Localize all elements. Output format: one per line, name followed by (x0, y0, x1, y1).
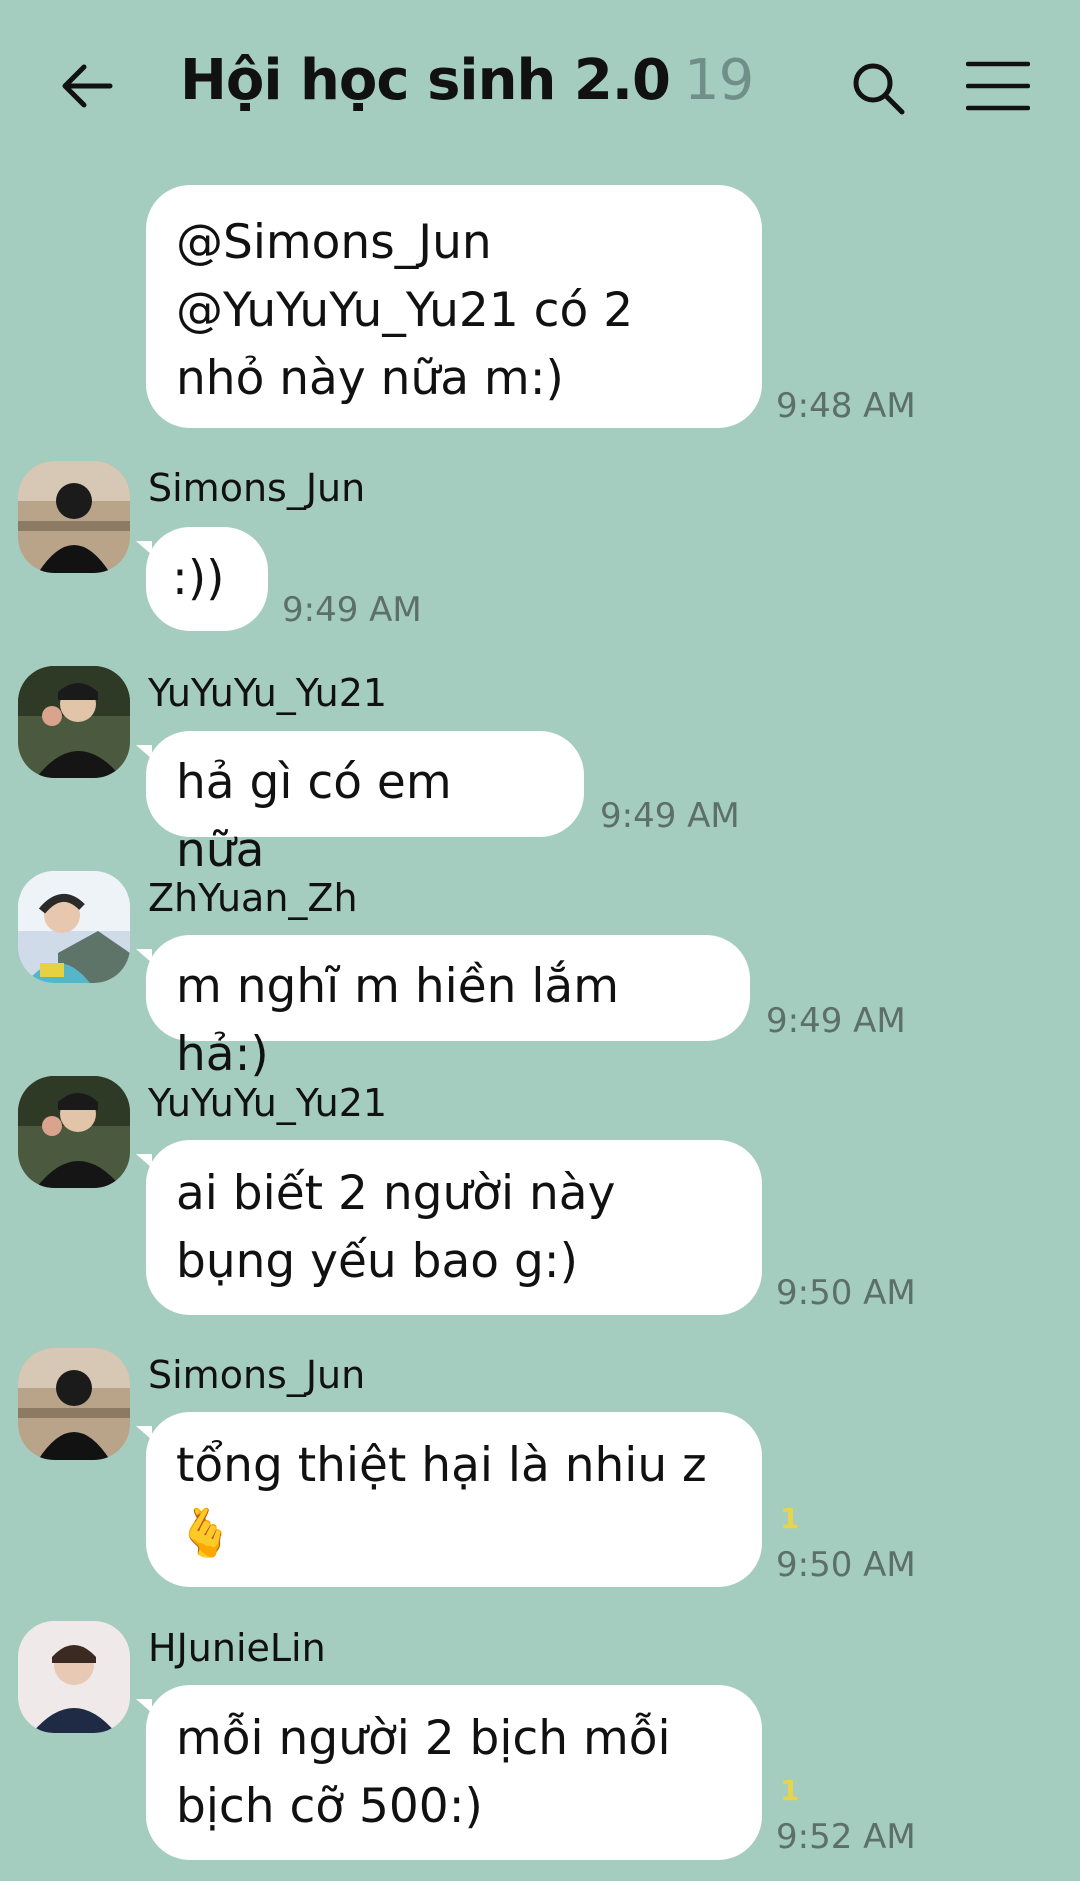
sender-name: HJunieLin (148, 1626, 326, 1670)
message-text: mỗi người 2 bịch mỗi bịch cỡ 500:) (176, 1711, 671, 1834)
message-time: 9:52 AM (776, 1817, 916, 1857)
message-text: :)) (172, 551, 225, 606)
message-time: 9:50 AM (776, 1545, 916, 1585)
back-arrow-icon[interactable] (58, 56, 118, 116)
sender-name: YuYuYu_Yu21 (148, 1081, 388, 1125)
message-text: m nghĩ m hiền lắm hả:) (176, 959, 619, 1082)
message-time: 9:49 AM (766, 1001, 906, 1041)
chat-title-text: Hội học sinh 2.0 (180, 48, 671, 113)
sender-name: ZhYuan_Zh (148, 876, 358, 920)
unread-count: 1 (780, 1502, 800, 1535)
avatar[interactable] (18, 461, 130, 573)
avatar[interactable] (18, 871, 130, 983)
hamburger-menu-icon[interactable] (966, 60, 1030, 112)
message-time: 9:49 AM (282, 590, 422, 630)
message-bubble[interactable]: @Simons_Jun @YuYuYu_Yu21 có 2 nhỏ này nữ… (146, 185, 762, 428)
avatar[interactable] (18, 1076, 130, 1188)
message-bubble[interactable]: mỗi người 2 bịch mỗi bịch cỡ 500:) (136, 1685, 762, 1860)
sender-name: Simons_Jun (148, 466, 366, 510)
chat-title[interactable]: Hội học sinh 2.0 19 (180, 48, 754, 113)
message-bubble[interactable]: tổng thiệt hại là nhiu z 🫰 (136, 1412, 762, 1587)
message-bubble[interactable]: ai biết 2 người này bụng yếu bao g:) (136, 1140, 762, 1315)
avatar[interactable] (18, 666, 130, 778)
unread-count: 1 (780, 1774, 800, 1807)
message-time: 9:49 AM (600, 796, 740, 836)
message-bubble[interactable]: :)) (136, 527, 268, 631)
message-text: @Simons_Jun @YuYuYu_Yu21 có 2 nhỏ này nữ… (176, 215, 634, 406)
member-count: 19 (684, 48, 754, 113)
finger-heart-emoji: 🫰 (176, 1506, 235, 1561)
avatar[interactable] (18, 1621, 130, 1733)
message-time: 9:50 AM (776, 1273, 916, 1313)
chat-header: Hội học sinh 2.0 19 (0, 0, 1080, 180)
message-time: 9:48 AM (776, 386, 916, 426)
message-text: ai biết 2 người này bụng yếu bao g:) (176, 1166, 616, 1289)
message-text: tổng thiệt hại là nhiu z (176, 1438, 707, 1493)
sender-name: YuYuYu_Yu21 (148, 671, 388, 715)
sender-name: Simons_Jun (148, 1353, 366, 1397)
message-text: hả gì có em nữa (176, 755, 452, 878)
message-bubble[interactable]: m nghĩ m hiền lắm hả:) (136, 935, 750, 1082)
message-bubble[interactable]: hả gì có em nữa (136, 731, 584, 878)
search-icon[interactable] (848, 58, 908, 118)
avatar[interactable] (18, 1348, 130, 1460)
